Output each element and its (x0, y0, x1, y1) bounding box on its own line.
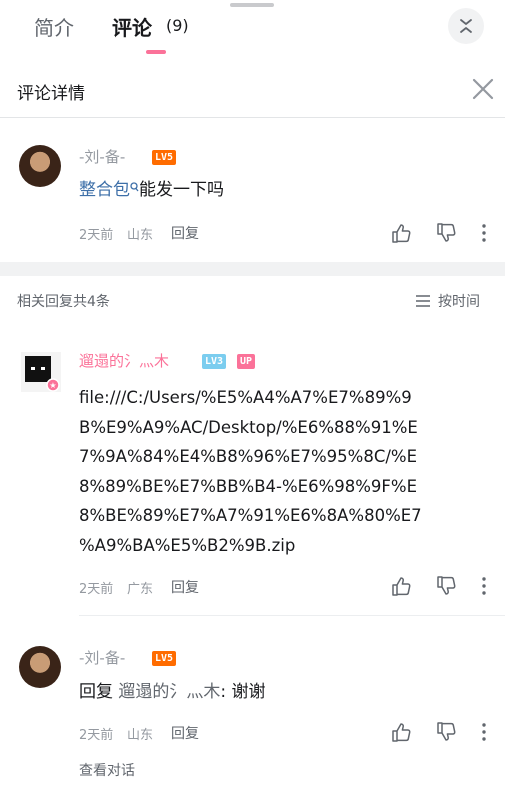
level-badge: LV5 (152, 150, 177, 165)
reply-divider (79, 615, 505, 616)
sort-list-icon[interactable] (415, 294, 431, 308)
comment-location: 山东 (127, 728, 154, 743)
comment-text: 回复 遛遢的氵灬木: 谢谢 (79, 678, 266, 707)
more-vertical-icon[interactable] (474, 222, 494, 244)
comment-text: 整合包 能发一下吗 (79, 176, 224, 205)
thumbs-up-icon[interactable] (390, 575, 412, 597)
comment-time: 2天前 (79, 582, 114, 597)
more-vertical-icon[interactable] (474, 721, 494, 743)
level-badge: LV5 (152, 651, 177, 666)
section-divider (0, 262, 505, 276)
tab-comments[interactable]: 评论 (112, 12, 152, 41)
comment-text-line: 7%9A%84%E4%B8%96%E7%95%8C/%E (79, 447, 418, 466)
comment-location: 山东 (127, 228, 154, 243)
comment-text-line: B%E9%A9%AC/Desktop/%E6%88%91%E (79, 417, 418, 437)
comment-location: 广东 (127, 582, 154, 597)
search-icon (130, 182, 139, 192)
page-title: 评论详情 (17, 84, 85, 104)
reply-button[interactable]: 回复 (171, 223, 199, 243)
username[interactable]: -刘-备- (79, 647, 125, 668)
comment-body: 能发一下吗 (139, 180, 224, 200)
close-icon[interactable] (470, 76, 496, 102)
search-keyword-link[interactable]: 整合包 (79, 180, 130, 200)
collapse-button[interactable] (448, 8, 484, 44)
reply-prefix: 回复 (79, 682, 113, 702)
comment-detail-header: 评论详情 (0, 62, 505, 118)
thumbs-up-icon[interactable] (390, 222, 412, 244)
level-badge: LV3 (202, 354, 227, 369)
avatar[interactable]: ★ (21, 352, 61, 392)
avatar[interactable] (19, 646, 61, 688)
comment-text-line: file:///C:/Users/%E5%A4%A7%E7%89%9 (79, 388, 412, 407)
username[interactable]: -刘-备- (79, 146, 125, 167)
thumbs-up-icon[interactable] (390, 721, 412, 743)
thumbs-down-icon[interactable] (435, 721, 457, 743)
comment-text-line: %A9%BA%E5%B2%9B.zip (79, 535, 296, 555)
comment-time: 2天前 (79, 228, 114, 243)
up-badge: UP (237, 354, 256, 369)
username[interactable]: 遛遢的氵灬木 (79, 350, 169, 371)
reply-button[interactable]: 回复 (171, 577, 199, 597)
more-vertical-icon[interactable] (474, 575, 494, 597)
reply-button[interactable]: 回复 (171, 723, 199, 743)
thumbs-down-icon[interactable] (435, 222, 457, 244)
view-conversation-link[interactable]: 查看对话 (79, 760, 135, 780)
reply-target-username[interactable]: 遛遢的氵灬木 (118, 682, 220, 702)
comment-text-line: 8%BE%89%E7%A7%91%E6%8A%80%E7 (79, 506, 422, 525)
comment-body: : 谢谢 (220, 682, 266, 702)
tab-bar: 简介 评论 (9) (0, 0, 505, 58)
tab-comments-count: (9) (166, 16, 189, 35)
comment-text-line: 8%89%BE%E7%BB%B4-%E6%98%9F%E (79, 476, 418, 496)
comment-text: file:///C:/Users/%E5%A4%A7%E7%89%9 B%E9%… (79, 383, 499, 560)
thumbs-down-icon[interactable] (435, 575, 457, 597)
tab-intro[interactable]: 简介 (34, 12, 74, 41)
active-tab-indicator (146, 50, 166, 54)
collapse-icon (460, 19, 472, 33)
sort-by-time-button[interactable]: 按时间 (438, 291, 480, 311)
svg-text:★: ★ (49, 381, 56, 390)
avatar[interactable] (19, 145, 61, 187)
related-replies-count: 相关回复共4条 (17, 294, 110, 310)
avatar-image: ★ (25, 356, 60, 392)
comment-time: 2天前 (79, 728, 114, 743)
